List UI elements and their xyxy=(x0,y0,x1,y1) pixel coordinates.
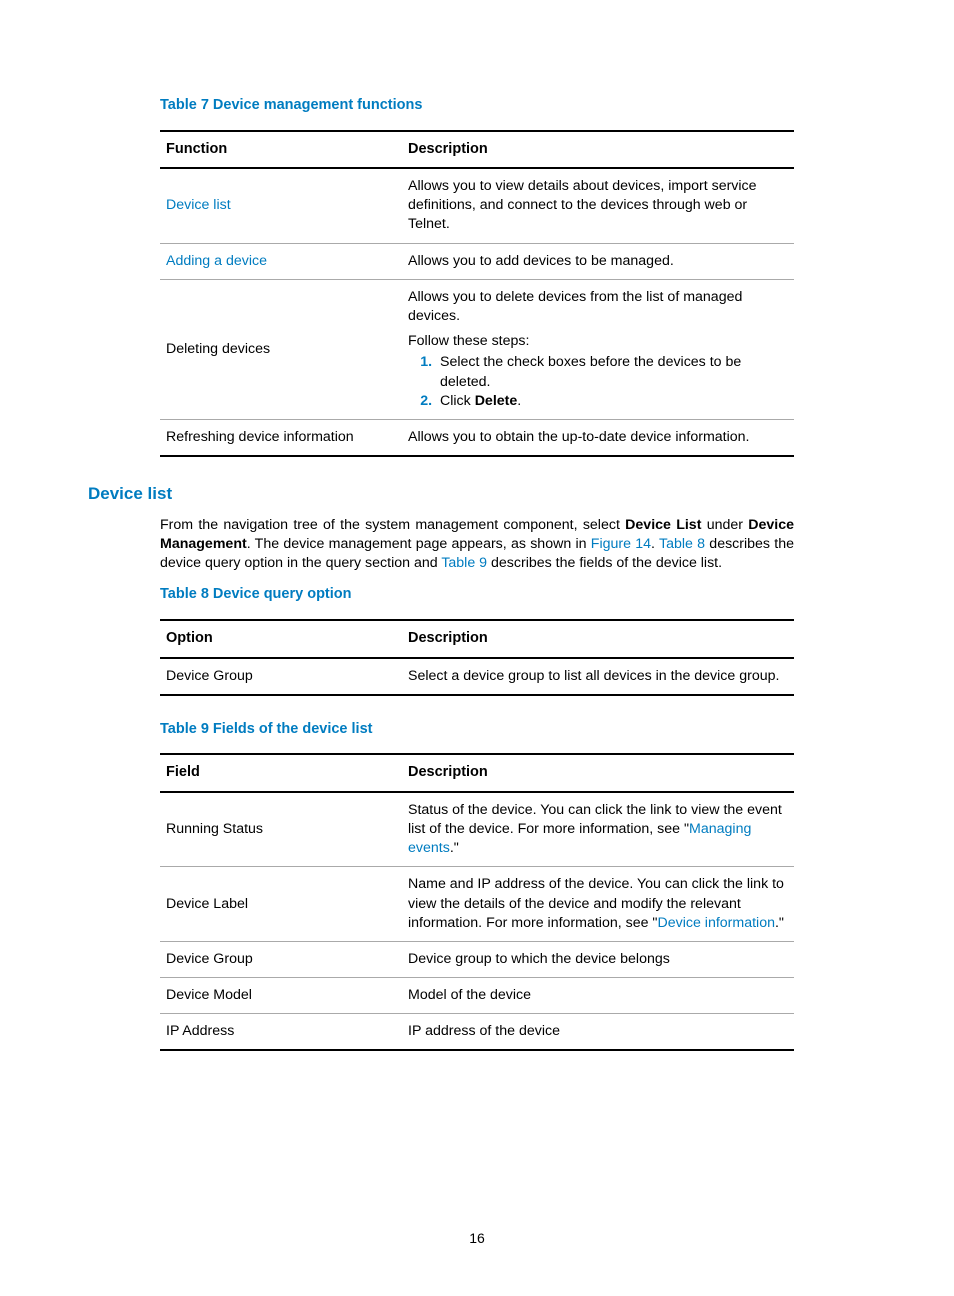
cell-description: Allows you to add devices to be managed. xyxy=(402,243,794,279)
step-text: . xyxy=(517,393,521,409)
cell-function: Refreshing device information xyxy=(160,419,402,456)
cell-description: Allows you to obtain the up-to-date devi… xyxy=(402,419,794,456)
para-text: describes the fields of the device list. xyxy=(487,555,722,571)
table7-caption: Table 7 Device management functions xyxy=(160,96,794,116)
step-item: Select the check boxes before the device… xyxy=(436,353,790,391)
para-text: under xyxy=(701,517,748,533)
step-item: Click Delete. xyxy=(436,392,790,411)
table9: Field Description Running Status Status … xyxy=(160,753,794,1051)
link-table-8[interactable]: Table 8 xyxy=(659,536,705,552)
link-device-information[interactable]: Device information xyxy=(657,915,775,931)
para-bold: Device List xyxy=(625,517,701,533)
cell-field: Device Model xyxy=(160,978,402,1014)
table7: Function Description Device list Allows … xyxy=(160,130,794,457)
cell-description: Select a device group to list all device… xyxy=(402,658,794,695)
para-text: From the navigation tree of the system m… xyxy=(160,517,625,533)
table-row: Refreshing device information Allows you… xyxy=(160,419,794,456)
cell-field: Device Group xyxy=(160,941,402,977)
table8-header-description: Description xyxy=(402,620,794,658)
intro-paragraph: From the navigation tree of the system m… xyxy=(160,516,794,574)
table8-header-option: Option xyxy=(160,620,402,658)
table7-header-function: Function xyxy=(160,131,402,169)
table-row: Deleting devices Allows you to delete de… xyxy=(160,279,794,419)
cell-description: Model of the device xyxy=(402,978,794,1014)
table-row: Device list Allows you to view details a… xyxy=(160,168,794,243)
para-text: . xyxy=(651,536,659,552)
link-adding-a-device[interactable]: Adding a device xyxy=(166,253,267,269)
table9-caption: Table 9 Fields of the device list xyxy=(160,720,794,740)
cell-description: Allows you to view details about devices… xyxy=(402,168,794,243)
table-row: Device Group Device group to which the d… xyxy=(160,941,794,977)
table9-header-field: Field xyxy=(160,754,402,792)
cell-field: Device Label xyxy=(160,867,402,942)
link-figure-14[interactable]: Figure 14 xyxy=(591,536,651,552)
cell-description: IP address of the device xyxy=(402,1014,794,1051)
table8-caption: Table 8 Device query option xyxy=(160,585,794,605)
table7-header-description: Description xyxy=(402,131,794,169)
cell-description: Allows you to delete devices from the li… xyxy=(402,279,794,419)
link-table-9[interactable]: Table 9 xyxy=(441,555,487,571)
desc-line: Allows you to delete devices from the li… xyxy=(408,289,742,324)
table8: Option Description Device Group Select a… xyxy=(160,619,794,696)
table-row: IP Address IP address of the device xyxy=(160,1014,794,1051)
cell-field: IP Address xyxy=(160,1014,402,1051)
cell-description: Name and IP address of the device. You c… xyxy=(402,867,794,942)
table-row: Adding a device Allows you to add device… xyxy=(160,243,794,279)
cell-description: Device group to which the device belongs xyxy=(402,941,794,977)
desc-text: ." xyxy=(775,915,784,931)
desc-line: Follow these steps: xyxy=(408,333,529,349)
section-heading-device-list: Device list xyxy=(88,483,794,506)
table9-header-description: Description xyxy=(402,754,794,792)
step-text: Click xyxy=(440,393,475,409)
desc-text: ." xyxy=(450,840,459,856)
page-number: 16 xyxy=(0,1229,954,1248)
table-row: Running Status Status of the device. You… xyxy=(160,792,794,867)
table-row: Device Group Select a device group to li… xyxy=(160,658,794,695)
step-bold: Delete xyxy=(475,393,518,409)
para-text: . The device management page appears, as… xyxy=(247,536,591,552)
cell-function: Deleting devices xyxy=(160,279,402,419)
steps-list: Select the check boxes before the device… xyxy=(408,353,790,411)
cell-field: Running Status xyxy=(160,792,402,867)
cell-option: Device Group xyxy=(160,658,402,695)
link-device-list[interactable]: Device list xyxy=(166,197,231,213)
cell-description: Status of the device. You can click the … xyxy=(402,792,794,867)
table-row: Device Model Model of the device xyxy=(160,978,794,1014)
table-row: Device Label Name and IP address of the … xyxy=(160,867,794,942)
document-page: Table 7 Device management functions Func… xyxy=(0,0,954,1296)
